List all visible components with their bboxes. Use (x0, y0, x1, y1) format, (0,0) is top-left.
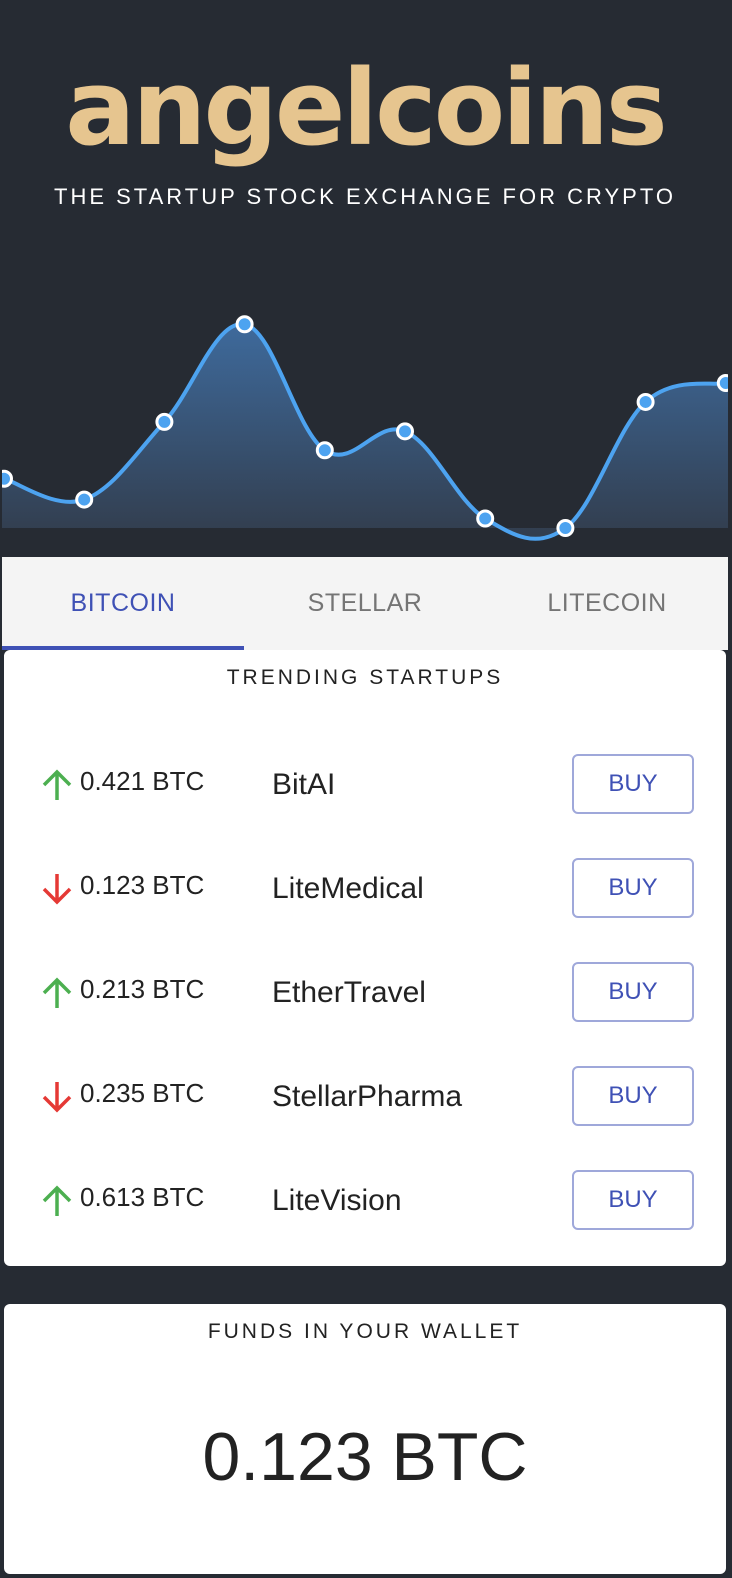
startup-price: 0.123 BTC (80, 870, 205, 900)
startup-row: 0.123 BTC LiteMedical BUY (4, 858, 726, 920)
buy-button[interactable]: BUY (572, 962, 694, 1022)
startup-name: EtherTravel (272, 976, 426, 1009)
buy-button[interactable]: BUY (572, 858, 694, 918)
chart-point-5 (396, 422, 414, 441)
startup-name: LiteVision (272, 1184, 402, 1217)
startup-name: BitAI (272, 768, 336, 801)
trend-up-icon (42, 1185, 72, 1216)
trend-up-icon (42, 977, 72, 1008)
tab-stellar[interactable]: STELLAR (244, 557, 486, 650)
chart-point-4 (315, 441, 334, 460)
trend-up-icon (42, 769, 72, 800)
chart-point-2 (155, 412, 174, 431)
chart-point-3 (235, 315, 254, 334)
app-screen: angelcoins THE STARTUP STOCK EXCHANGE FO… (2, 0, 728, 1578)
buy-button[interactable]: BUY (572, 1170, 694, 1230)
startup-row: 0.235 BTC StellarPharma BUY (4, 1066, 726, 1128)
chart-point-9 (716, 373, 728, 392)
currency-tabs: BITCOIN STELLAR LITECOIN (2, 557, 728, 650)
price-chart (2, 315, 728, 541)
tagline: THE STARTUP STOCK EXCHANGE FOR CRYPTO (54, 184, 676, 209)
chart-point-7 (556, 519, 575, 537)
wallet-title: FUNDS IN YOUR WALLET (207, 1320, 523, 1343)
chart-point-1 (75, 490, 94, 509)
tab-litecoin[interactable]: LITECOIN (486, 557, 728, 650)
startup-row: 0.613 BTC LiteVision BUY (4, 1170, 726, 1232)
buy-button[interactable]: BUY (572, 1066, 694, 1126)
startup-price: 0.235 BTC (80, 1078, 205, 1108)
trend-down-icon (42, 1082, 72, 1113)
angelcoins-logo: angelcoins (65, 47, 668, 169)
chart-point-0 (2, 469, 13, 488)
startup-name: LiteMedical (272, 872, 424, 905)
startup-price: 0.421 BTC (80, 766, 205, 796)
startup-row: 0.421 BTC BitAI BUY (4, 754, 726, 816)
buy-button[interactable]: BUY (572, 754, 694, 814)
chart-point-6 (476, 509, 495, 528)
wallet-balance: 0.123 BTC (202, 1419, 528, 1495)
startup-price: 0.213 BTC (80, 974, 205, 1004)
startup-name: StellarPharma (272, 1080, 463, 1113)
chart-area-fill (2, 323, 728, 539)
chart-point-8 (636, 392, 655, 411)
trend-down-icon (42, 874, 72, 905)
trending-startups-card: TRENDING STARTUPS 0.421 BTC BitAI BUY 0.… (4, 650, 726, 1266)
trending-title: TRENDING STARTUPS (226, 666, 504, 689)
startup-price: 0.613 BTC (80, 1182, 205, 1212)
tab-bitcoin[interactable]: BITCOIN (2, 557, 244, 650)
wallet-card: FUNDS IN YOUR WALLET 0.123 BTC (4, 1304, 726, 1574)
startup-row: 0.213 BTC EtherTravel BUY (4, 962, 726, 1024)
